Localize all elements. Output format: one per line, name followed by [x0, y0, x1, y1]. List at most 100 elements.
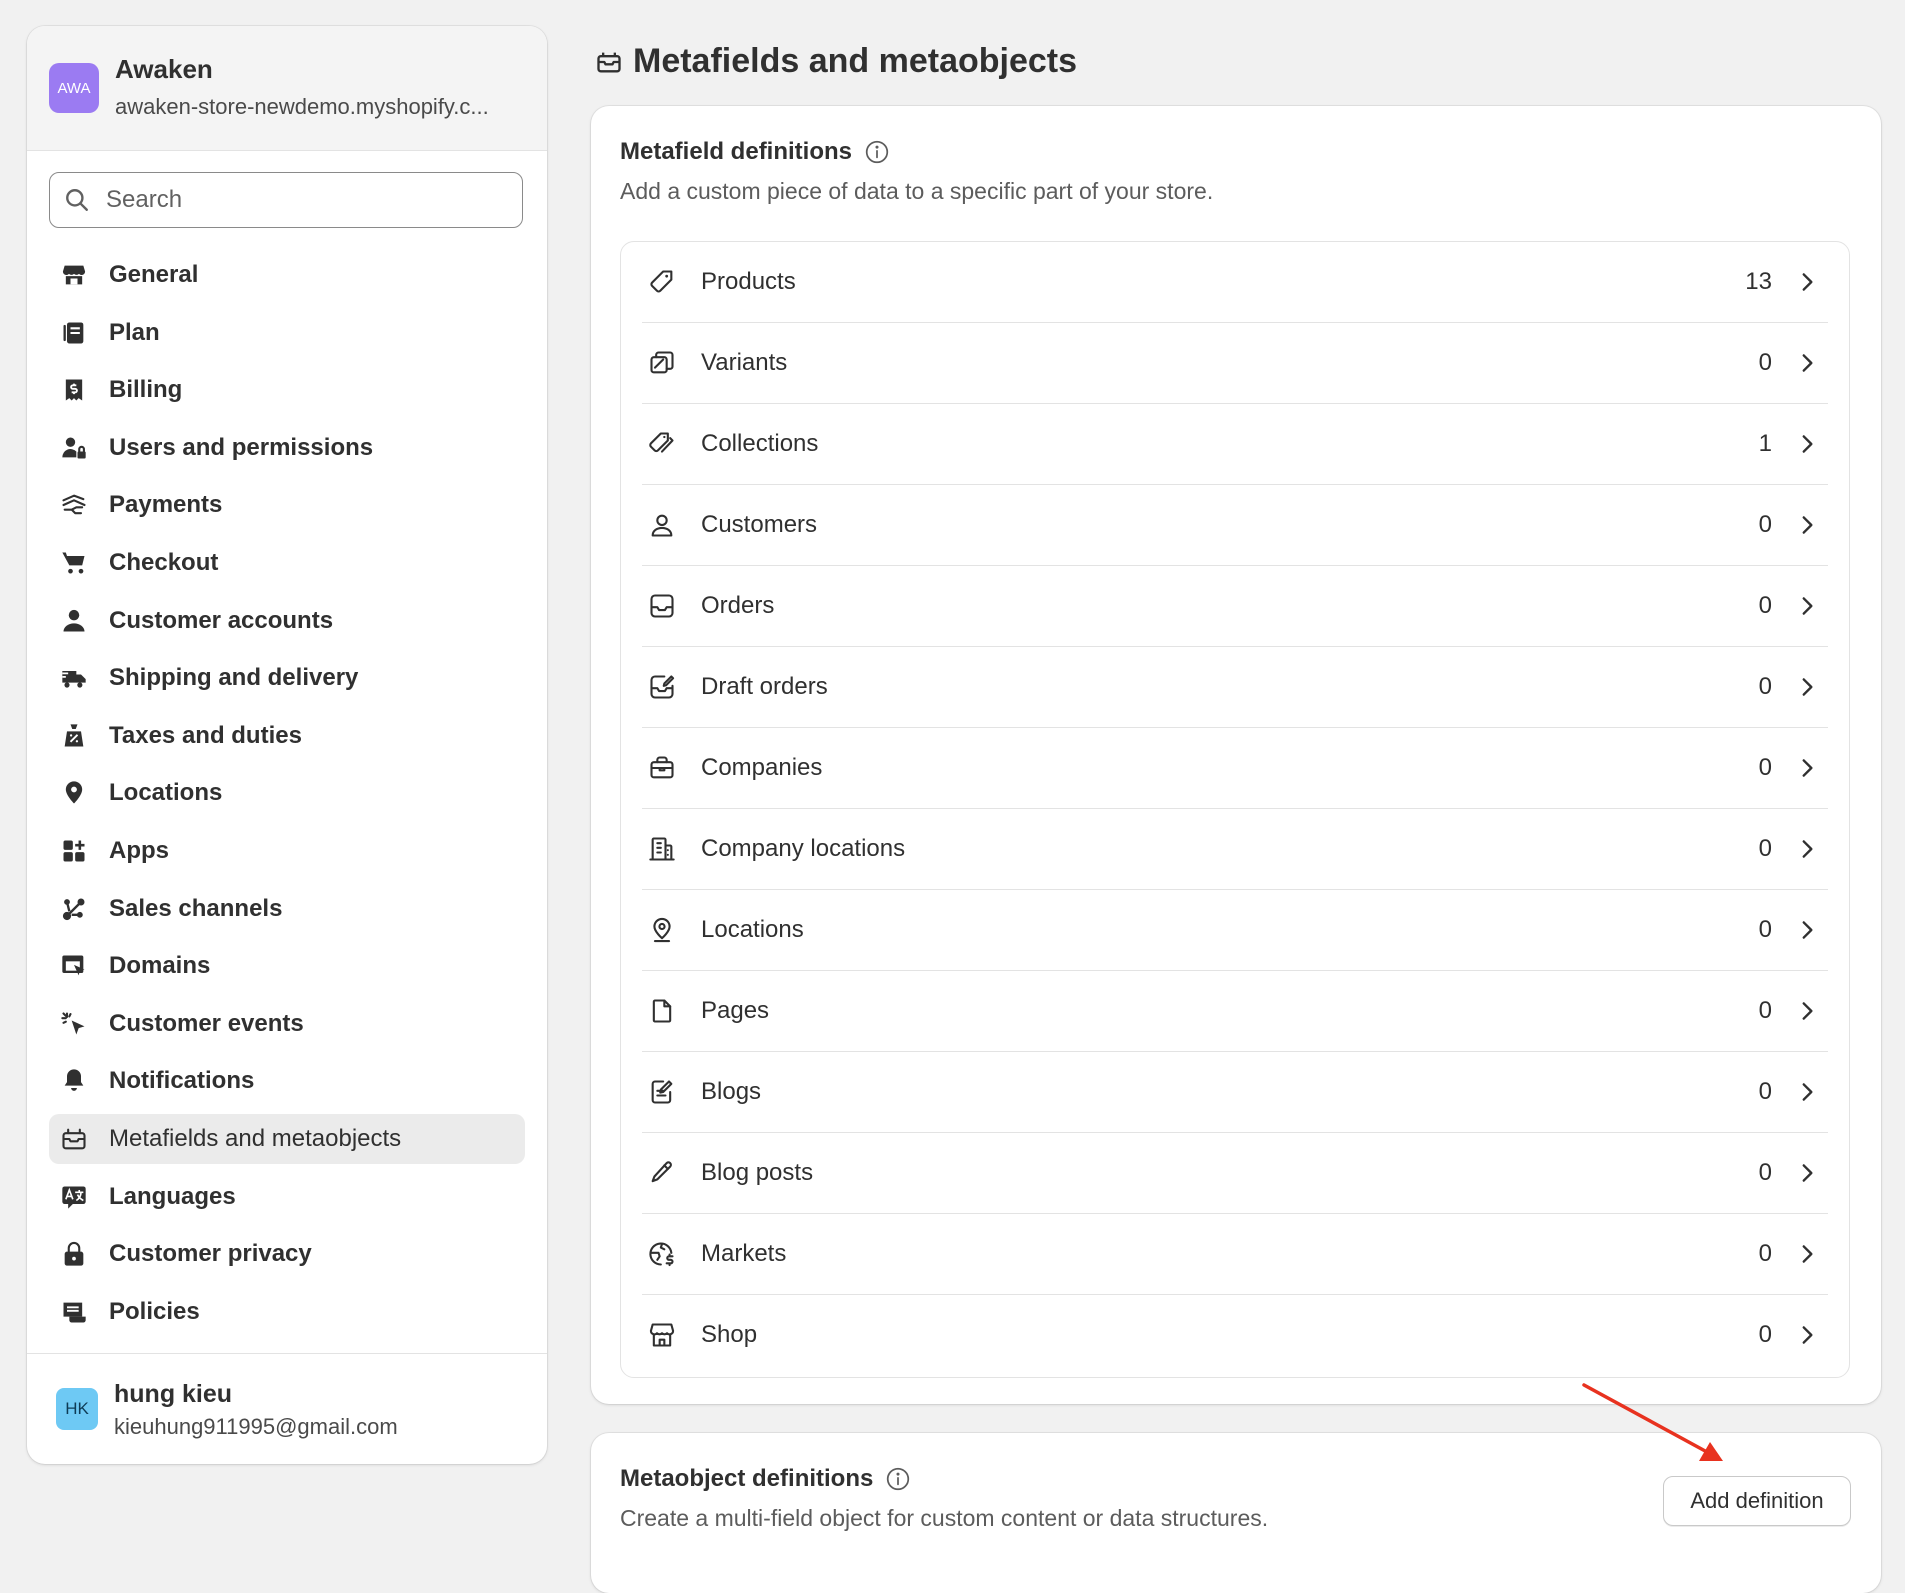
sidebar-item-languages[interactable]: Languages: [49, 1172, 525, 1222]
sidebar-item-label: Checkout: [109, 548, 219, 576]
store-header[interactable]: AWA Awaken awaken-store-newdemo.myshopif…: [27, 26, 547, 151]
sidebar-item-label: Languages: [109, 1182, 236, 1210]
customer-icon: [647, 510, 677, 540]
sidebar-item-domains[interactable]: Domains: [49, 941, 525, 991]
definition-row-companies[interactable]: Companies 0: [642, 728, 1828, 809]
sidebar-item-billing[interactable]: Billing: [49, 365, 525, 415]
sidebar-item-metafields-and-metaobjects[interactable]: Metafields and metaobjects: [49, 1113, 525, 1164]
metafield-icon: [62, 1128, 86, 1150]
info-icon[interactable]: [885, 1466, 911, 1492]
receipt-dollar-icon: [60, 376, 88, 404]
sidebar-item-checkout[interactable]: Checkout: [49, 538, 525, 588]
apps-icon: [63, 840, 85, 862]
chevron-right-icon: [1802, 354, 1813, 372]
chevron-right-icon: [1802, 1245, 1813, 1263]
metafield-definitions-list: Products 13 Variants 0 Collections 1 Customers…: [620, 241, 1850, 1378]
definition-count: 0: [1758, 1078, 1772, 1105]
sidebar-item-label: Customer accounts: [109, 606, 334, 634]
sidebar-item-notifications[interactable]: Notifications: [49, 1056, 525, 1106]
definition-count: 0: [1758, 916, 1772, 943]
sidebar-item-general[interactable]: General: [49, 250, 525, 300]
chevron-right-icon: [1802, 273, 1813, 291]
definition-count: 0: [1758, 997, 1772, 1024]
metafield-definitions-heading: Metafield definitions: [620, 138, 890, 166]
pencil-icon: [647, 1158, 677, 1188]
building-icon: [647, 834, 677, 864]
product-tag-icon: [647, 267, 677, 297]
sidebar-item-label: Notifications: [109, 1067, 255, 1095]
blog-icon: [651, 1080, 673, 1104]
search-icon: [66, 189, 88, 211]
search-input[interactable]: [104, 185, 488, 215]
metaobject-definitions-title: Metaobject definitions: [620, 1465, 874, 1492]
product-tag-icon: [650, 270, 673, 293]
chevron-right-icon: [1802, 516, 1813, 534]
sidebar-item-label: Users and permissions: [109, 433, 374, 461]
location-pin-icon: [60, 779, 88, 807]
person-icon: [60, 607, 88, 635]
store-domain: awaken-store-newdemo.myshopify.c...: [115, 94, 489, 119]
sidebar-item-policies[interactable]: Policies: [49, 1287, 525, 1337]
shop-icon: [647, 1320, 677, 1350]
definition-label: Blogs: [701, 1078, 762, 1105]
page-icon: [652, 999, 672, 1023]
definition-label: Markets: [701, 1240, 787, 1267]
sidebar-item-locations[interactable]: Locations: [49, 768, 525, 818]
chevron-right-icon: [1802, 1326, 1813, 1344]
definition-row-company-locations[interactable]: Company locations 0: [642, 809, 1828, 890]
sidebar-item-taxes-and-duties[interactable]: Taxes and duties: [49, 711, 525, 761]
chevron-right-icon: [1802, 1164, 1813, 1182]
add-definition-button[interactable]: Add definition: [1663, 1476, 1851, 1526]
sidebar-item-shipping-and-delivery[interactable]: Shipping and delivery: [49, 653, 525, 703]
definition-row-pages[interactable]: Pages 0: [642, 971, 1828, 1052]
user-account[interactable]: HK hung kieu kieuhung911995@gmail.com: [27, 1353, 547, 1464]
shop-icon: [649, 1323, 675, 1347]
user-avatar: HK: [56, 1388, 98, 1430]
definition-row-blogs[interactable]: Blogs 0: [642, 1052, 1828, 1133]
payment-hand-icon: [62, 494, 86, 515]
cart-icon: [62, 552, 85, 574]
tax-bag-icon: [64, 724, 84, 747]
sidebar-item-payments[interactable]: Payments: [49, 480, 525, 530]
definition-row-orders[interactable]: Orders 0: [642, 566, 1828, 647]
blog-icon: [647, 1077, 677, 1107]
sidebar-item-customer-events[interactable]: Customer events: [49, 999, 525, 1049]
sidebar-item-label: Policies: [109, 1297, 200, 1325]
store-name: Awaken: [115, 54, 213, 84]
store-avatar: AWA: [49, 63, 99, 113]
search-box[interactable]: [49, 172, 523, 228]
definition-row-markets[interactable]: Markets 0: [642, 1214, 1828, 1295]
building-icon: [649, 837, 675, 861]
tax-bag-icon: [60, 722, 88, 750]
sidebar-item-customer-privacy[interactable]: Customer privacy: [49, 1229, 525, 1279]
definition-row-collections[interactable]: Collections 1: [642, 404, 1828, 485]
collection-tags-icon: [647, 429, 677, 459]
sidebar-item-label: Billing: [109, 376, 183, 404]
sidebar-item-plan[interactable]: Plan: [49, 308, 525, 358]
info-icon[interactable]: [864, 139, 890, 165]
metafield-icon: [597, 52, 621, 72]
chevron-right-icon: [1802, 759, 1813, 777]
definition-label: Variants: [701, 349, 788, 376]
definition-row-customers[interactable]: Customers 0: [642, 485, 1828, 566]
definition-row-locations[interactable]: Locations 0: [642, 890, 1828, 971]
language-icon: [62, 1186, 86, 1209]
definition-label: Customers: [701, 511, 818, 538]
definition-label: Shop: [701, 1321, 758, 1348]
sidebar-item-customer-accounts[interactable]: Customer accounts: [49, 596, 525, 646]
definition-row-draft-orders[interactable]: Draft orders 0: [642, 647, 1828, 728]
sidebar-item-label: Metafields and metaobjects: [109, 1124, 402, 1152]
definition-row-variants[interactable]: Variants 0: [642, 323, 1828, 404]
definition-count: 1: [1758, 430, 1772, 457]
sidebar-item-sales-channels[interactable]: Sales channels: [49, 884, 525, 934]
sidebar-item-users-and-permissions[interactable]: Users and permissions: [49, 423, 525, 473]
definition-row-blog-posts[interactable]: Blog posts 0: [642, 1133, 1828, 1214]
store-icon: [60, 261, 88, 289]
truck-icon: [60, 664, 88, 692]
definition-row-shop[interactable]: Shop 0: [642, 1295, 1828, 1376]
channels-icon: [60, 895, 88, 923]
sidebar-item-apps[interactable]: Apps: [49, 826, 525, 876]
definition-count: 0: [1758, 511, 1772, 538]
definition-row-products[interactable]: Products 13: [642, 242, 1828, 323]
definition-count: 0: [1758, 592, 1772, 619]
